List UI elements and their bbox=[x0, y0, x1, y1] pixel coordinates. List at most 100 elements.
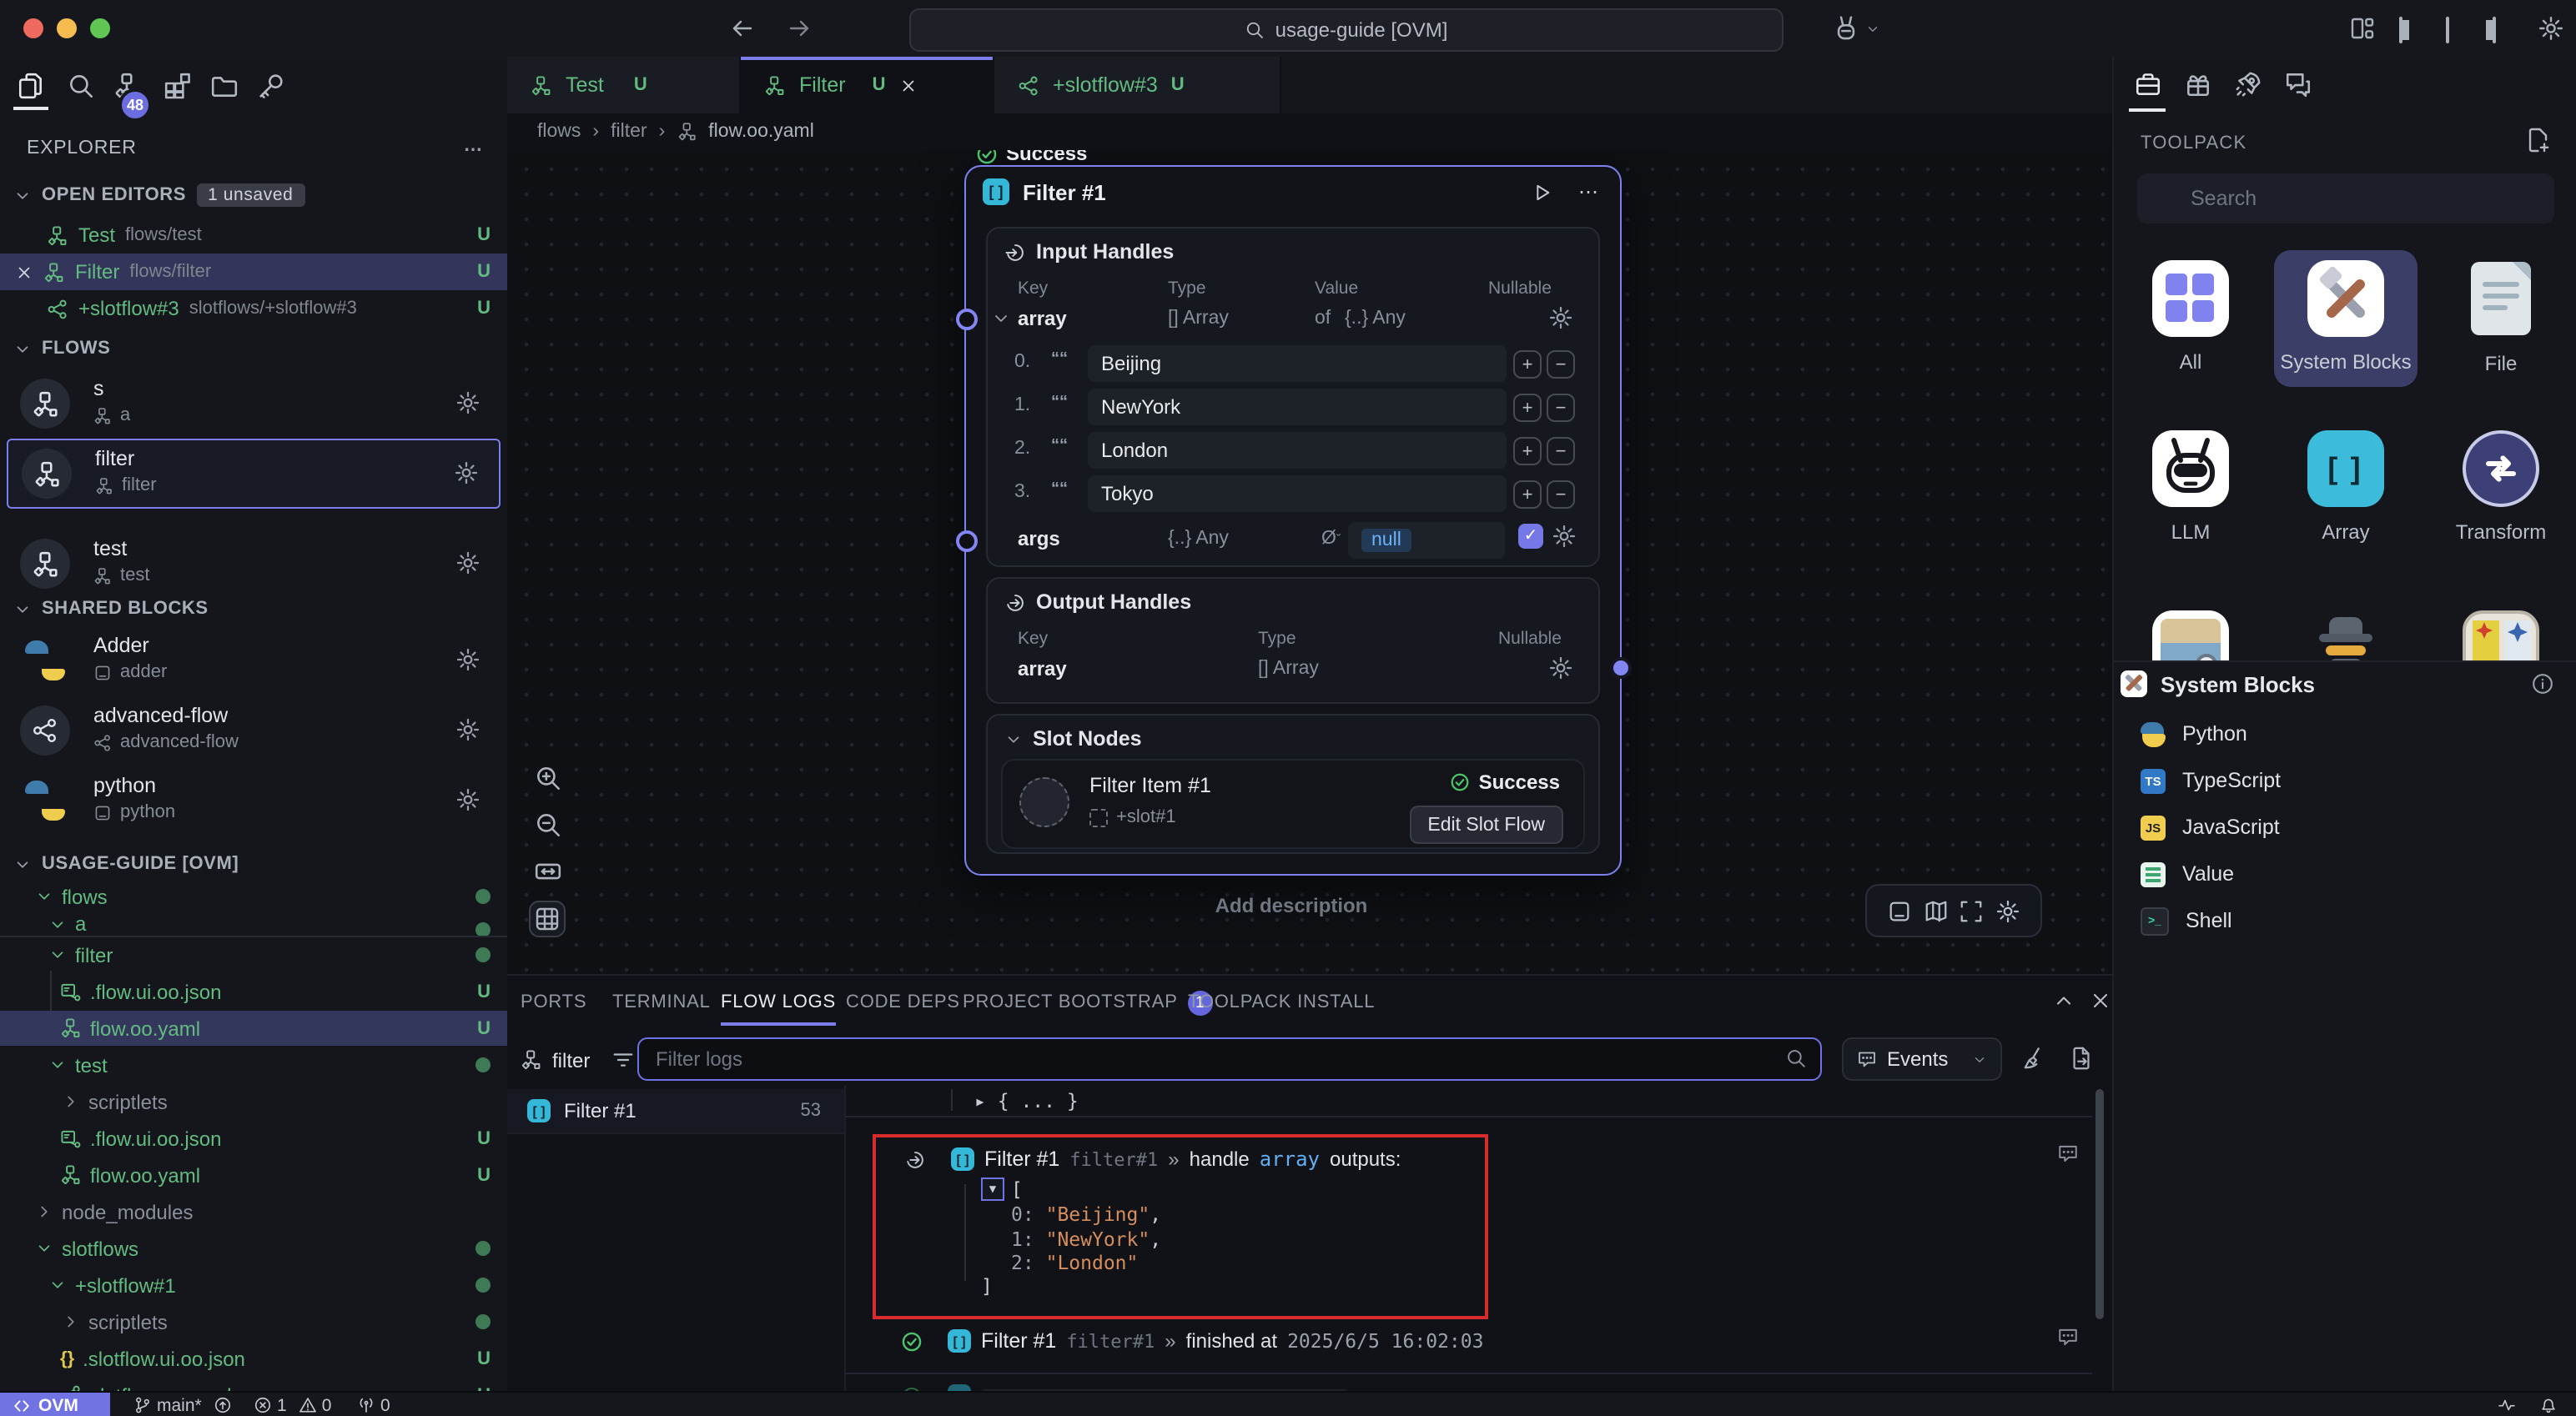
shared-blocks-header[interactable]: SHARED BLOCKS bbox=[0, 592, 507, 625]
flow-card-filter[interactable]: filter filter bbox=[7, 439, 501, 509]
ports-status[interactable]: 0 bbox=[357, 1395, 390, 1415]
tab-ports[interactable]: PORTS bbox=[521, 976, 586, 1029]
new-toolpack-icon[interactable] bbox=[2524, 127, 2551, 153]
tree-file-flow-ui-json[interactable]: .flow.ui.oo.jsonU bbox=[0, 1121, 507, 1156]
close-panel-icon[interactable] bbox=[2089, 989, 2112, 1012]
minimize-window-button[interactable] bbox=[57, 18, 77, 38]
toggle-left-sidebar-icon[interactable] bbox=[2399, 18, 2402, 42]
workspace-section-header[interactable]: USAGE-GUIDE [OVM] bbox=[0, 847, 507, 881]
zoom-in-icon[interactable] bbox=[534, 764, 562, 792]
minimap-icon[interactable] bbox=[1923, 898, 1948, 923]
block-settings-gear-icon[interactable] bbox=[455, 787, 480, 812]
flow-settings-gear-icon[interactable] bbox=[455, 550, 480, 575]
add-item-button[interactable]: + bbox=[1513, 437, 1542, 465]
block-array[interactable]: [ ] Array bbox=[2274, 430, 2418, 544]
git-branch-status[interactable]: main* bbox=[133, 1395, 232, 1415]
flow-settings-gear-icon[interactable] bbox=[455, 390, 480, 415]
events-dropdown[interactable]: Events bbox=[1842, 1037, 2002, 1081]
add-item-button[interactable]: + bbox=[1513, 394, 1542, 422]
open-editor-test[interactable]: Test flows/test U bbox=[0, 217, 507, 254]
highlighted-log-entry[interactable]: [ ] Filter #1 filter#1 » handle array ou… bbox=[873, 1134, 1488, 1319]
string-type-icon[interactable] bbox=[1051, 480, 1068, 499]
open-editor-slotflow3[interactable]: +slotflow#3 slotflows/+slotflow#3 U bbox=[0, 290, 507, 327]
blocks-activity-icon[interactable] bbox=[164, 72, 192, 100]
tree-file-flow-yaml-selected[interactable]: flow.oo.yamlU bbox=[0, 1011, 507, 1046]
rocket-tab-icon[interactable] bbox=[2234, 70, 2262, 98]
run-node-play-icon[interactable] bbox=[1532, 181, 1553, 203]
log-node-list-item[interactable]: [ ] Filter #1 53 bbox=[507, 1089, 844, 1134]
tab-terminal[interactable]: TERMINAL bbox=[612, 976, 711, 1029]
slot-node-card[interactable]: Filter Item #1 +slot#1 Success Edit Slot… bbox=[1001, 759, 1585, 849]
breadcrumb-item[interactable]: flow.oo.yaml bbox=[708, 122, 814, 142]
null-select[interactable]: Øˇ bbox=[1321, 529, 1341, 549]
open-editor-filter[interactable]: Filter flows/filter U bbox=[0, 254, 507, 290]
remove-item-button[interactable]: − bbox=[1547, 350, 1575, 379]
input-port-args[interactable] bbox=[955, 530, 977, 552]
tree-folder-a[interactable]: a bbox=[0, 912, 507, 936]
flow-settings-gear-icon[interactable] bbox=[454, 460, 479, 485]
explorer-activity-icon[interactable] bbox=[17, 72, 45, 100]
breadcrumb-item[interactable]: flows bbox=[537, 122, 581, 142]
system-block-typescript[interactable]: TSTypeScript bbox=[2114, 757, 2576, 804]
tab-project-bootstrap[interactable]: PROJECT BOOTSTRAP1 bbox=[963, 976, 1213, 1029]
handle-settings-gear-icon[interactable] bbox=[1548, 655, 1573, 680]
remove-item-button[interactable]: − bbox=[1547, 480, 1575, 509]
remote-indicator[interactable]: OVM bbox=[0, 1393, 110, 1416]
breadcrumb-item[interactable]: filter bbox=[611, 122, 647, 142]
category-all[interactable]: All bbox=[2119, 260, 2262, 374]
comment-bubble-icon[interactable] bbox=[2057, 1142, 2079, 1164]
tree-folder-filter[interactable]: filter bbox=[0, 937, 507, 972]
gift-tab-icon[interactable] bbox=[2184, 70, 2212, 98]
notifications-bell-icon[interactable] bbox=[2539, 1395, 2558, 1413]
fit-view-icon[interactable] bbox=[534, 857, 562, 886]
collapse-array-chevron-icon[interactable] bbox=[991, 309, 1011, 329]
handle-settings-gear-icon[interactable] bbox=[1548, 305, 1573, 330]
info-icon[interactable] bbox=[2531, 672, 2554, 695]
flow-canvas[interactable]: Success [ ] Filter #1 ⋯ Input Handles Ke… bbox=[507, 150, 2112, 974]
toggle-bottom-panel-icon[interactable] bbox=[2446, 18, 2449, 42]
tree-folder-scriptlets2[interactable]: scriptlets bbox=[0, 1304, 507, 1339]
secrets-activity-icon[interactable] bbox=[257, 72, 285, 100]
chevron-down-icon[interactable] bbox=[1004, 730, 1023, 748]
flow-card-s[interactable]: s a bbox=[7, 370, 501, 437]
tab-toolpack-install[interactable]: TOOLPACK INSTALL bbox=[1188, 976, 1375, 1029]
collapsed-log-row[interactable]: ▸ { ... } bbox=[974, 1089, 1079, 1112]
node-more-icon[interactable]: ⋯ bbox=[1578, 180, 1600, 203]
handle-settings-gear-icon[interactable] bbox=[1552, 524, 1577, 549]
assistant-dropdown-chevron-icon[interactable] bbox=[1865, 22, 1880, 37]
comment-bubble-icon[interactable] bbox=[2057, 1326, 2079, 1348]
explorer-more-icon[interactable]: ⋯ bbox=[464, 138, 484, 159]
open-editors-header[interactable]: OPEN EDITORS 1 unsaved bbox=[0, 180, 507, 210]
tree-folder-node-modules[interactable]: node_modules bbox=[0, 1194, 507, 1229]
output-port-array[interactable] bbox=[1609, 657, 1631, 679]
string-type-icon[interactable] bbox=[1051, 394, 1068, 412]
tab-test[interactable]: Test U bbox=[507, 57, 741, 113]
toggle-right-sidebar-icon[interactable] bbox=[2493, 18, 2496, 42]
block-settings-gear-icon[interactable] bbox=[455, 647, 480, 672]
maximize-window-button[interactable] bbox=[90, 18, 110, 38]
flows-section-header[interactable]: FLOWS bbox=[0, 334, 507, 364]
string-type-icon[interactable] bbox=[1051, 437, 1068, 455]
shared-block-python[interactable]: python python bbox=[7, 767, 501, 834]
close-icon[interactable] bbox=[15, 263, 33, 281]
array-item-input-3[interactable]: Tokyo bbox=[1088, 475, 1507, 512]
folder-activity-icon[interactable] bbox=[210, 72, 239, 100]
edit-slot-flow-button[interactable]: Edit Slot Flow bbox=[1409, 806, 1563, 844]
tree-file-flow-ui-json[interactable]: .flow.ui.oo.jsonU bbox=[0, 974, 507, 1009]
category-system-blocks[interactable]: System Blocks bbox=[2274, 250, 2418, 387]
tree-file-slotflow-yaml[interactable]: slotflow.oo.yamlU bbox=[0, 1378, 507, 1391]
collapse-json-icon[interactable]: ▼ bbox=[981, 1177, 1004, 1201]
tree-folder-scriptlets[interactable]: scriptlets bbox=[0, 1084, 507, 1119]
forward-icon[interactable] bbox=[786, 15, 813, 42]
block-transform[interactable]: Transform bbox=[2429, 430, 2573, 544]
add-item-button[interactable]: + bbox=[1513, 350, 1542, 379]
tree-folder-flows[interactable]: flows bbox=[0, 879, 507, 914]
block-llm[interactable]: LLM bbox=[2119, 430, 2262, 544]
system-block-javascript[interactable]: JSJavaScript bbox=[2114, 804, 2576, 851]
node-header[interactable]: [ ] Filter #1 ⋯ bbox=[966, 167, 1620, 217]
zoom-out-icon[interactable] bbox=[534, 811, 562, 839]
string-type-icon[interactable] bbox=[1051, 350, 1068, 369]
assistant-rabbit-icon[interactable] bbox=[1832, 15, 1860, 43]
fit-frame-icon[interactable] bbox=[1960, 898, 1985, 923]
filter-node[interactable]: Success [ ] Filter #1 ⋯ Input Handles Ke… bbox=[964, 165, 1622, 876]
